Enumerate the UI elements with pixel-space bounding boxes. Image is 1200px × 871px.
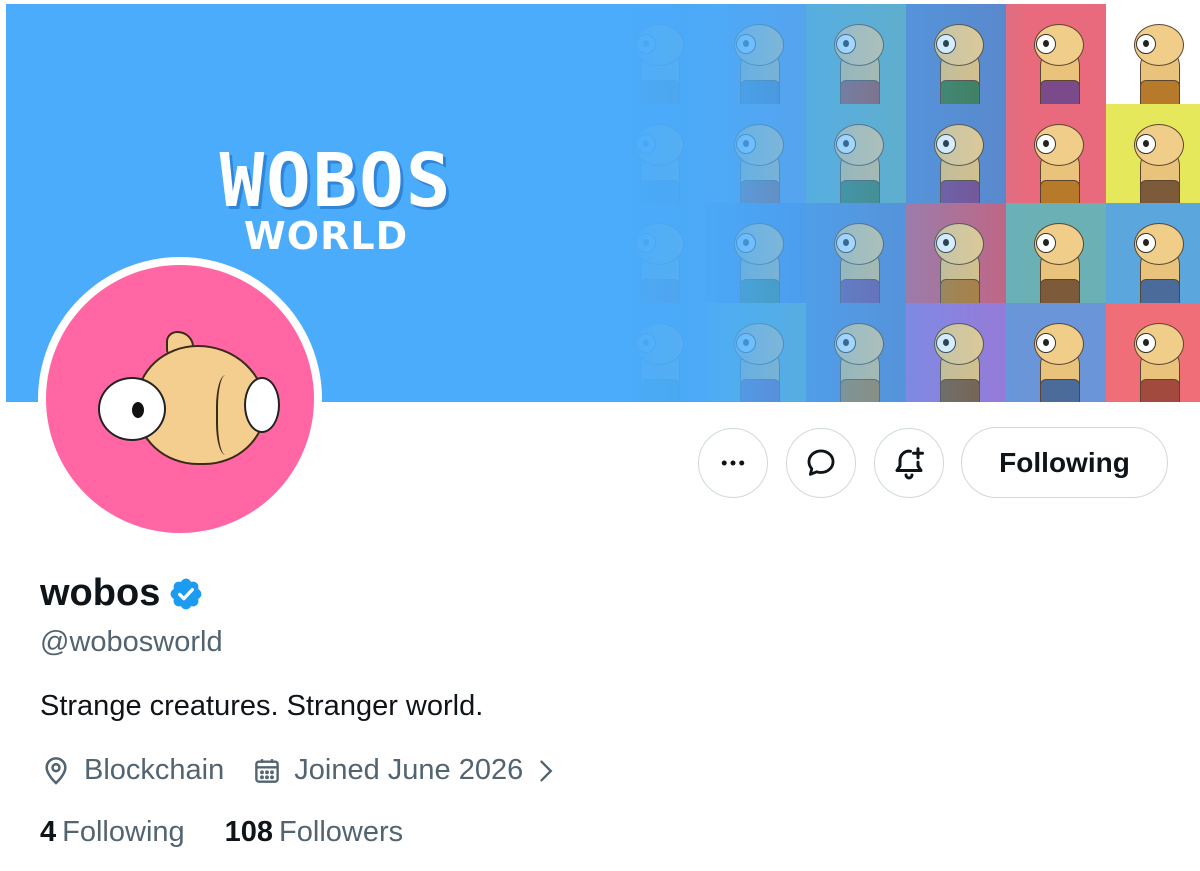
banner-creature-tile — [1106, 103, 1200, 203]
following-button[interactable]: Following — [961, 427, 1168, 498]
more-button[interactable] — [698, 428, 768, 498]
banner-logo-main: WOBOS — [219, 138, 453, 224]
creature-figure — [1034, 123, 1084, 203]
joined-text: Joined June 2026 — [294, 754, 524, 786]
bio: Strange creatures. Stranger world. — [40, 690, 484, 722]
join-date[interactable]: Joined June 2026 — [252, 754, 571, 787]
follow-stats: 4 Following 108 Followers — [40, 816, 443, 849]
avatar-creature-mouth — [216, 375, 240, 455]
following-stat[interactable]: 4 Following — [40, 816, 185, 849]
followers-count: 108 — [224, 816, 274, 848]
followers-stat[interactable]: 108 Followers — [225, 816, 403, 849]
bell-plus-icon — [895, 447, 924, 480]
avatar-creature-left-eye — [98, 377, 166, 441]
creature-figure — [1134, 24, 1184, 104]
banner-creature-tile — [1106, 203, 1200, 303]
name-row: wobos — [40, 572, 204, 615]
display-name: wobos — [40, 572, 161, 614]
verified-badge-icon[interactable] — [168, 576, 204, 612]
banner-fade — [606, 4, 1026, 402]
avatar-creature-right-eye — [244, 377, 280, 433]
more-horizontal-icon — [721, 460, 745, 466]
creature-figure — [1134, 322, 1184, 402]
banner-logo: WOBOS WORLD — [156, 144, 516, 258]
creature-figure — [1134, 223, 1184, 303]
chevron-right-icon — [540, 760, 553, 781]
location: Blockchain — [40, 754, 224, 787]
followers-label: Followers — [279, 816, 404, 848]
banner-creature-tile — [1106, 4, 1200, 104]
banner-logo-sub: WORLD — [243, 214, 409, 258]
avatar[interactable] — [38, 257, 322, 541]
creature-figure — [1034, 24, 1084, 104]
profile-meta: Blockchain Joined June 2026 — [40, 754, 571, 787]
message-bubble-icon — [807, 449, 835, 476]
location-text: Blockchain — [84, 754, 225, 786]
message-button[interactable] — [786, 428, 856, 498]
handle: @wobosworld — [40, 626, 223, 658]
creature-figure — [1134, 123, 1184, 203]
creature-figure — [1034, 223, 1084, 303]
location-pin-icon — [45, 756, 67, 785]
following-label: Following — [62, 816, 185, 848]
notify-button[interactable] — [874, 428, 944, 498]
calendar-icon — [255, 758, 280, 783]
avatar-image — [46, 265, 314, 533]
creature-figure — [1034, 322, 1084, 402]
following-count: 4 — [40, 816, 57, 848]
banner-creature-tile — [1106, 302, 1200, 402]
